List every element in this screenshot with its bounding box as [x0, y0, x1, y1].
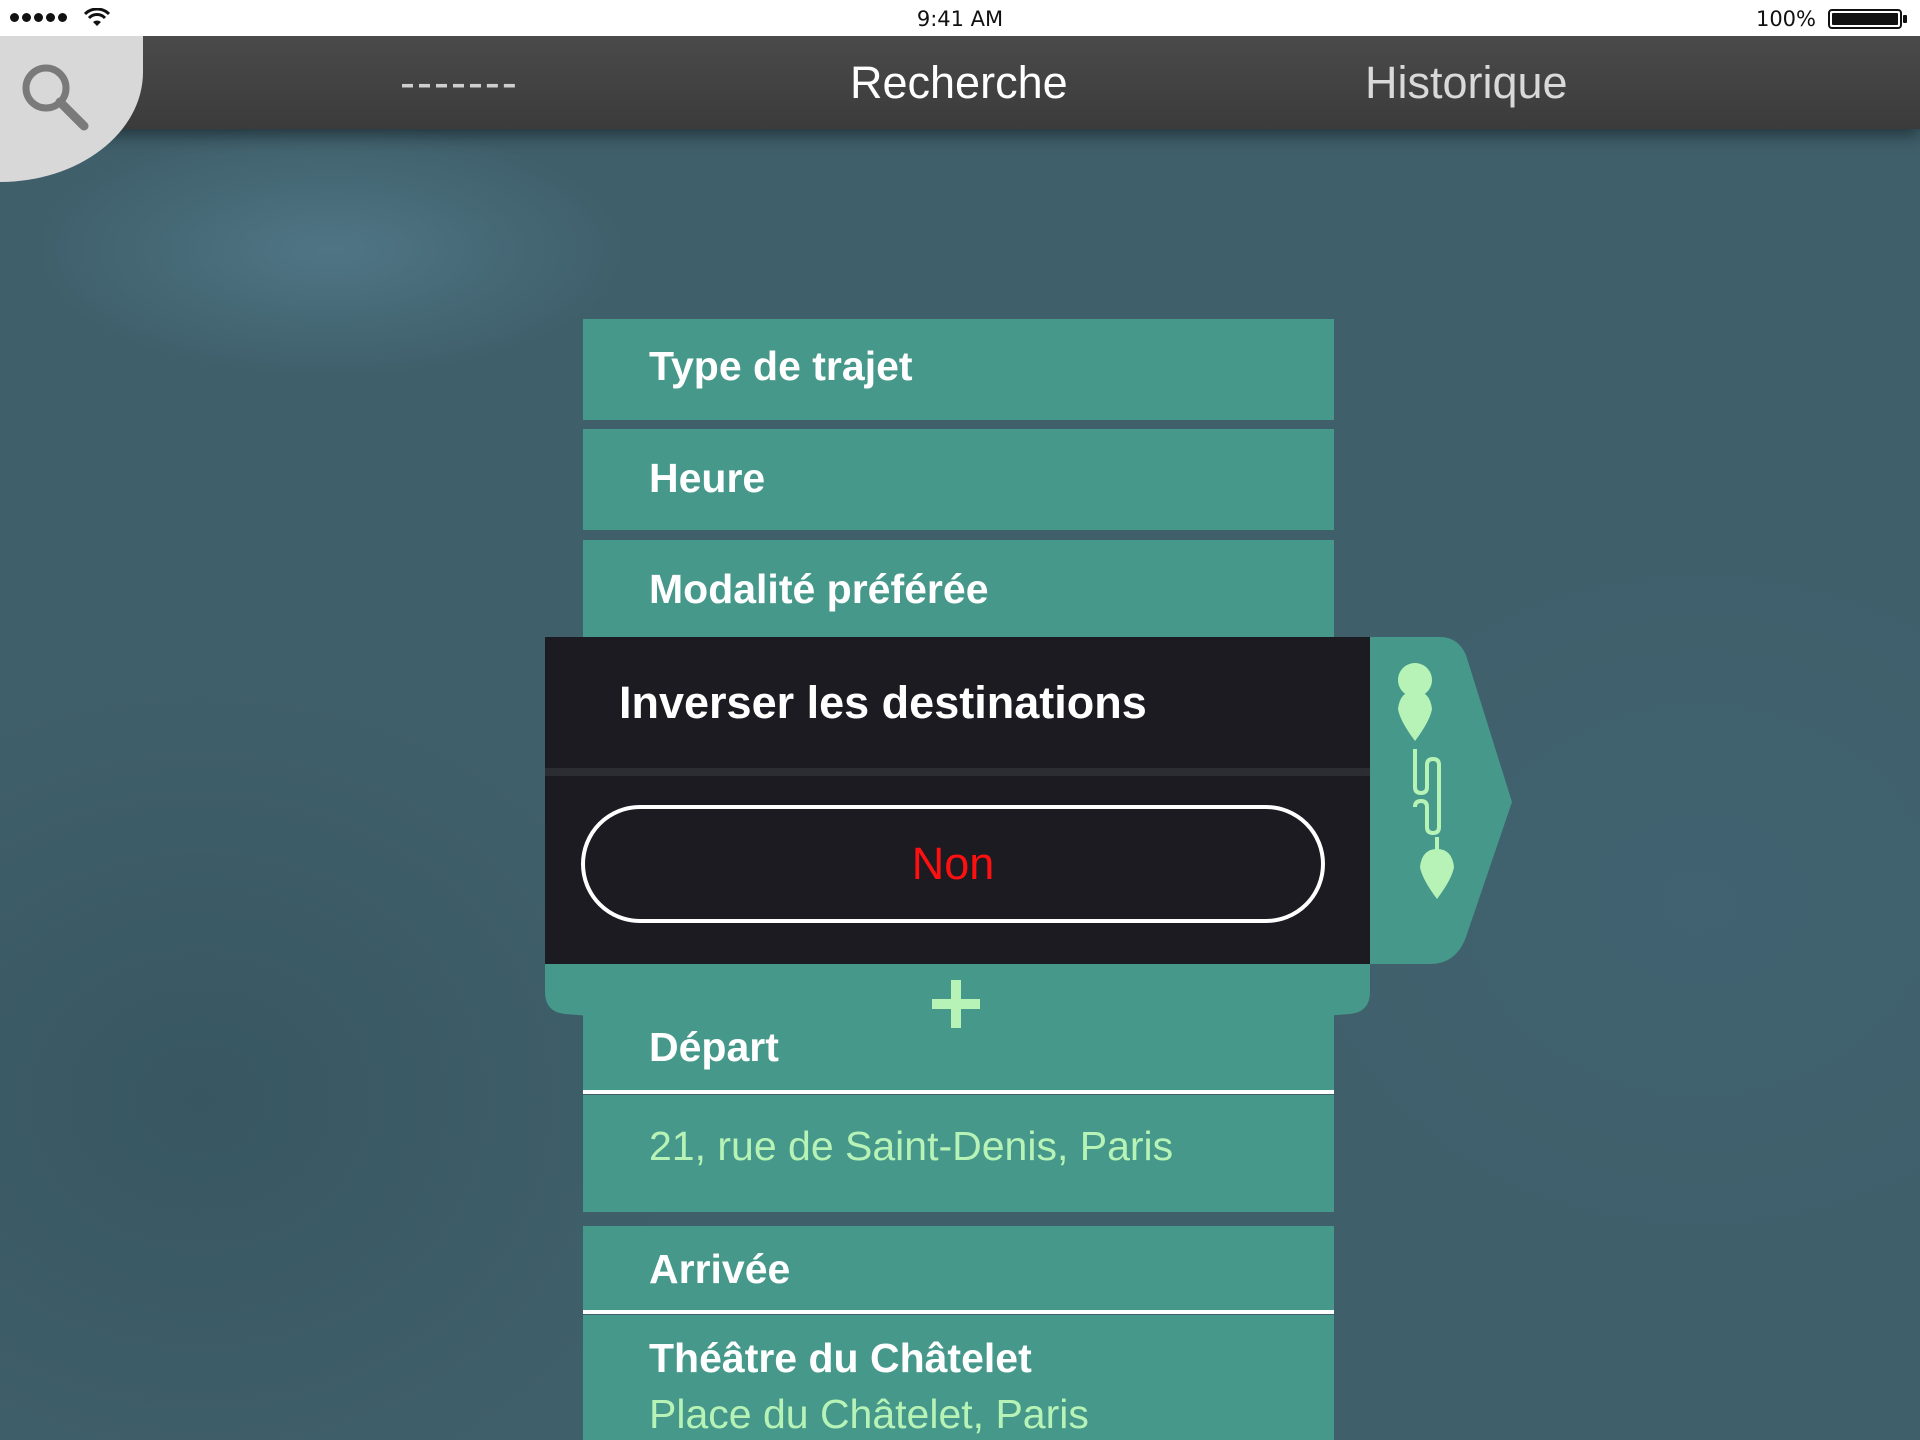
non-option-button[interactable]: Non: [581, 805, 1325, 923]
mode-label: Modalité préférée: [649, 566, 989, 612]
popup-title: Inverser les destinations: [619, 677, 1147, 728]
trip-type-label: Type de trajet: [649, 343, 913, 389]
status-bar: 9:41 AM 100%: [0, 0, 1920, 36]
search-button[interactable]: [0, 36, 143, 182]
arrival-header-row: Arrivée: [583, 1226, 1334, 1310]
mode-row[interactable]: Modalité préférée: [583, 540, 1334, 640]
tab-placeholder[interactable]: -------: [400, 36, 519, 129]
divider: [583, 1090, 1334, 1094]
top-navigation-bar: ------- Recherche Historique: [0, 36, 1920, 129]
arrival-label: Arrivée: [649, 1246, 791, 1292]
swap-destinations-popup: Inverser les destinations Non: [545, 637, 1370, 964]
battery-icon: [1828, 9, 1907, 29]
time-label: Heure: [649, 455, 766, 501]
battery-percentage: 100%: [1755, 7, 1816, 31]
status-time: 9:41 AM: [916, 7, 1004, 31]
popup-header: Inverser les destinations: [545, 637, 1370, 768]
tab-recherche[interactable]: Recherche: [850, 36, 1068, 129]
divider: [583, 1310, 1334, 1314]
departure-address: 21, rue de Saint-Denis, Paris: [649, 1123, 1174, 1169]
search-icon: [22, 64, 89, 131]
add-button[interactable]: [545, 962, 1370, 1044]
swap-destinations-button[interactable]: [1370, 637, 1512, 967]
divider: [545, 768, 1370, 776]
arrival-address: Place du Châtelet, Paris: [649, 1391, 1089, 1437]
time-row[interactable]: Heure: [583, 429, 1334, 530]
arrival-place-name: Théâtre du Châtelet: [649, 1335, 1032, 1381]
arrival-address-field[interactable]: Théâtre du Châtelet Place du Châtelet, P…: [583, 1315, 1334, 1440]
trip-type-row[interactable]: Type de trajet: [583, 319, 1334, 420]
tab-historique[interactable]: Historique: [1365, 36, 1568, 129]
departure-address-field[interactable]: 21, rue de Saint-Denis, Paris: [583, 1095, 1334, 1212]
